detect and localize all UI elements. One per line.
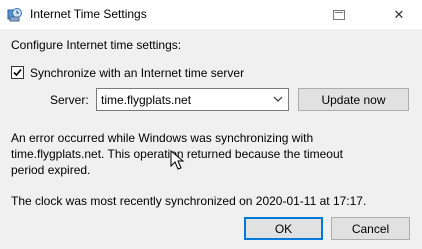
settings-heading: Configure Internet time settings: <box>11 38 182 52</box>
ok-label: OK <box>274 221 293 236</box>
title-bar: Internet Time Settings ✕ <box>0 0 422 29</box>
cancel-label: Cancel <box>351 221 390 236</box>
chevron-down-icon[interactable] <box>273 96 283 102</box>
error-message: An error occurred while Windows was sync… <box>11 131 343 177</box>
window-title: Internet Time Settings <box>30 7 147 21</box>
server-value[interactable]: time.flygplats.net <box>101 93 191 107</box>
update-now-button[interactable]: Update now <box>298 88 409 111</box>
mouse-cursor-icon <box>170 150 185 170</box>
cancel-button[interactable]: Cancel <box>331 217 410 240</box>
server-label: Server: <box>50 93 89 107</box>
help-context-icon <box>333 9 345 20</box>
last-sync-text: The clock was most recently synchronized… <box>11 194 367 208</box>
sync-checkbox[interactable] <box>11 66 24 79</box>
clock-globe-icon <box>7 8 22 22</box>
server-combobox[interactable]: time.flygplats.net <box>96 88 289 111</box>
close-icon: ✕ <box>393 6 405 22</box>
ok-button[interactable]: OK <box>244 217 323 240</box>
update-now-label: Update now <box>321 92 386 107</box>
sync-checkbox-label[interactable]: Synchronize with an Internet time server <box>30 66 244 80</box>
close-button[interactable]: ✕ <box>376 0 422 29</box>
checkmark-icon <box>13 68 22 77</box>
help-button[interactable] <box>316 0 362 29</box>
